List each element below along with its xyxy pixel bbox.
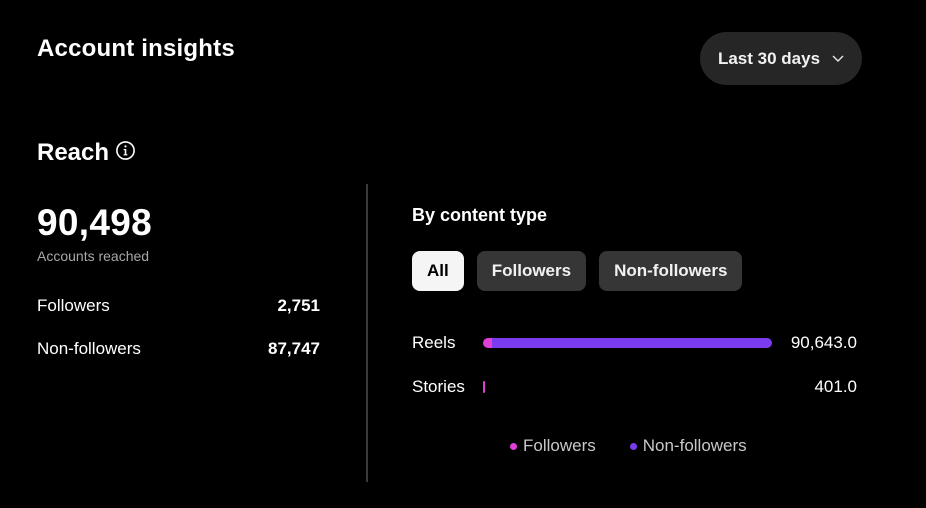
filter-chip-all[interactable]: All (412, 251, 464, 291)
bar-segment-followers (483, 338, 492, 348)
reach-row-value: 87,747 (268, 339, 320, 358)
legend-label: Followers (523, 436, 596, 455)
bar-label: Stories (412, 377, 465, 396)
reach-row-non-followers: Non-followers 87,747 (37, 339, 320, 359)
content-type-title: By content type (412, 205, 548, 225)
chart-legend: Followers Non-followers (510, 436, 747, 456)
bar-value: 90,643.0 (790, 333, 857, 352)
reach-title: Reach (37, 139, 110, 166)
bar-segment-followers (483, 381, 485, 393)
date-range-label: Last 30 days (717, 48, 821, 68)
bar-label: Reels (412, 333, 456, 352)
legend-label: Non-followers (642, 436, 747, 455)
page-title: Account insights (37, 35, 235, 62)
date-range-dropdown[interactable]: Last 30 days (700, 32, 862, 85)
accounts-reached-total: 90,498 (37, 202, 152, 243)
accounts-reached-label: Accounts reached (37, 248, 150, 264)
reach-row-label: Followers (37, 296, 110, 315)
filter-chip-followers[interactable]: Followers (476, 251, 587, 291)
reach-row-value: 2,751 (277, 296, 320, 315)
bar-track (483, 331, 772, 355)
bar-value: 401.0 (814, 377, 857, 396)
info-circle-icon[interactable] (115, 140, 136, 161)
legend-item-non-followers: Non-followers (629, 436, 747, 456)
content-filter-chips: All Followers Non-followers (412, 251, 743, 291)
reach-row-label: Non-followers (37, 339, 141, 358)
bar-segment-non-followers (491, 338, 772, 348)
legend-dot (629, 442, 637, 450)
chevron-down-icon (832, 55, 844, 62)
section-divider (366, 184, 368, 482)
reach-row-followers: Followers 2,751 (37, 296, 320, 316)
bar-row-reels: Reels 90,643.0 (412, 331, 857, 355)
bar-track (483, 375, 772, 399)
bar-row-stories: Stories 401.0 (412, 375, 857, 399)
legend-dot (510, 442, 517, 450)
filter-chip-non-followers[interactable]: Non-followers (599, 251, 743, 291)
legend-item-followers: Followers (510, 436, 596, 456)
